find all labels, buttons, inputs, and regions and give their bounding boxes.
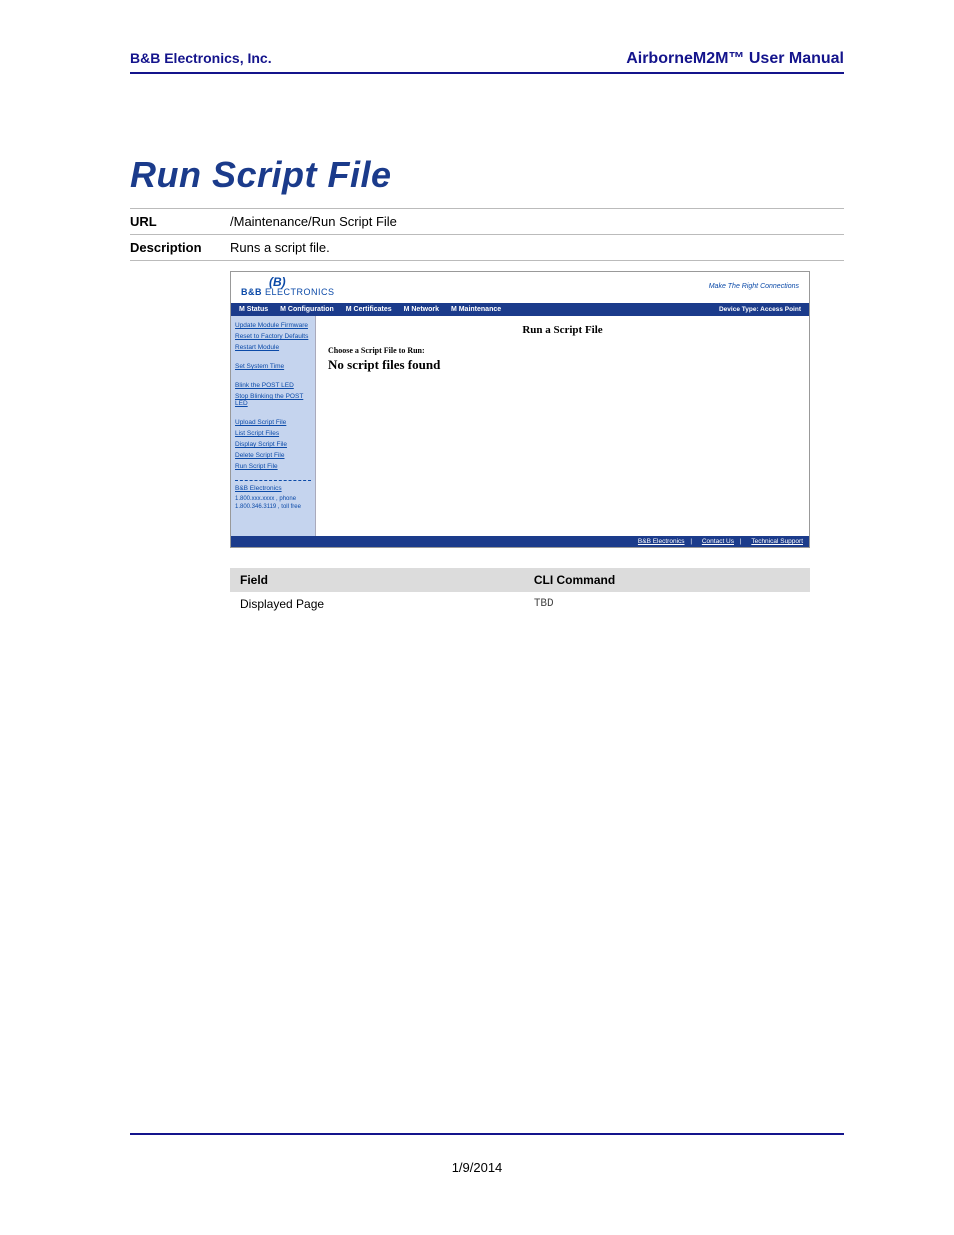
sidebar-link-blink-led[interactable]: Blink the POST LED [235, 382, 311, 389]
sidebar-link-run-script[interactable]: Run Script File [235, 463, 311, 470]
shot-nav: M Status M Configuration M Certificates … [231, 303, 809, 316]
sidebar-link-system-time[interactable]: Set System Time [235, 363, 311, 370]
no-files-message: No script files found [328, 357, 797, 373]
tagline: Make The Right Connections [709, 283, 799, 290]
kv-value: /Maintenance/Run Script File [230, 214, 844, 229]
cell-cli: TBD [524, 592, 810, 616]
kv-label: Description [130, 240, 230, 255]
sidebar-link-restart-module[interactable]: Restart Module [235, 344, 311, 351]
cell-field: Displayed Page [230, 592, 524, 616]
main-panel: Run a Script File Choose a Script File t… [316, 316, 809, 536]
sidebar-link-update-firmware[interactable]: Update Module Firmware [235, 322, 311, 329]
col-field: Field [230, 568, 524, 592]
shot-body: Update Module Firmware Reset to Factory … [231, 316, 809, 536]
sidebar-link-upload-script[interactable]: Upload Script File [235, 419, 311, 426]
nav-tab-certificates[interactable]: M Certificates [346, 306, 392, 313]
kv-row-description: Description Runs a script file. [130, 234, 844, 261]
main-title: Run a Script File [328, 324, 797, 336]
kv-label: URL [130, 214, 230, 229]
choose-label: Choose a Script File to Run: [328, 346, 797, 355]
page-header: B&B Electronics, Inc. AirborneM2M™ User … [130, 50, 844, 74]
nav-tab-maintenance[interactable]: M Maintenance [451, 306, 501, 313]
sidebar-phone-label: 1.800.xxx.xxxx , phone [235, 496, 311, 502]
logo-text: B&B ELECTRONICS [241, 288, 335, 297]
nav-tab-status[interactable]: M Status [239, 306, 268, 313]
kv-row-url: URL /Maintenance/Run Script File [130, 208, 844, 234]
page-title: Run Script File [130, 154, 844, 196]
sidebar-toll-label: 1.800.346.3119 , toll free [235, 504, 311, 510]
footer-date: 1/9/2014 [0, 1160, 954, 1175]
logo: (B) B&B ELECTRONICS [241, 276, 335, 297]
embedded-screenshot: (B) B&B ELECTRONICS Make The Right Conne… [230, 271, 810, 548]
sidebar-link-stop-blink-led[interactable]: Stop Blinking the POST LED [235, 393, 311, 407]
sidebar-link-list-scripts[interactable]: List Script Files [235, 430, 311, 437]
col-cli: CLI Command [524, 568, 810, 592]
header-right: AirborneM2M™ User Manual [626, 50, 844, 68]
nav-tabs: M Status M Configuration M Certificates … [239, 306, 511, 313]
sidebar-link-factory-defaults[interactable]: Reset to Factory Defaults [235, 333, 311, 340]
table-header-row: Field CLI Command [230, 568, 810, 592]
sidebar: Update Module Firmware Reset to Factory … [231, 316, 316, 536]
nav-tab-configuration[interactable]: M Configuration [280, 306, 334, 313]
nav-tab-network[interactable]: M Network [404, 306, 439, 313]
shot-footer: B&B Electronics | Contact Us | Technical… [231, 536, 809, 547]
sidebar-link-delete-script[interactable]: Delete Script File [235, 452, 311, 459]
footer-link-support[interactable]: Technical Support [751, 538, 803, 545]
footer-rule [130, 1133, 844, 1135]
field-cli-table: Field CLI Command Displayed Page TBD [230, 568, 810, 616]
footer-link-bb[interactable]: B&B Electronics [638, 538, 685, 545]
device-type: Device Type: Access Point [719, 306, 801, 313]
footer-link-contact[interactable]: Contact Us [702, 538, 734, 545]
table-row: Displayed Page TBD [230, 592, 810, 616]
kv-value: Runs a script file. [230, 240, 844, 255]
sidebar-contact-name[interactable]: B&B Electronics [235, 485, 311, 492]
sidebar-link-display-script[interactable]: Display Script File [235, 441, 311, 448]
header-left: B&B Electronics, Inc. [130, 50, 272, 66]
shot-header: (B) B&B ELECTRONICS Make The Right Conne… [231, 272, 809, 303]
